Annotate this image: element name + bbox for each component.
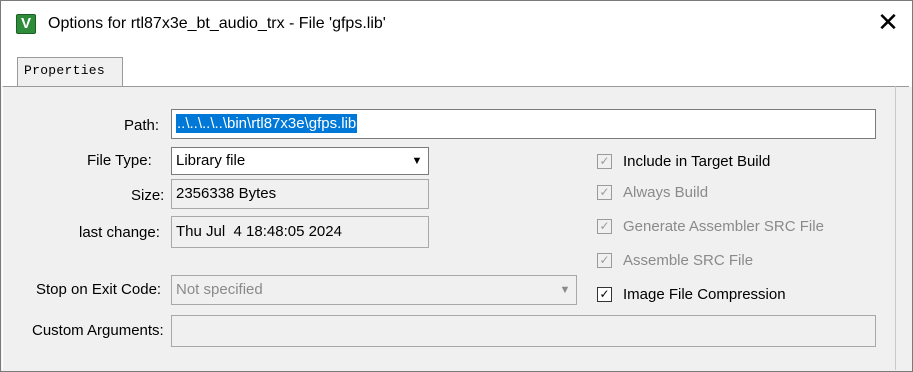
last-change-field: Thu Jul 4 18:48:05 2024: [171, 216, 429, 248]
assemble-src-checkbox[interactable]: ✓: [597, 253, 612, 268]
file-type-label: File Type:: [87, 152, 152, 169]
always-build-label: Always Build: [623, 184, 709, 201]
chevron-down-icon[interactable]: ▼: [407, 149, 427, 173]
stop-on-exit-label: Stop on Exit Code:: [36, 281, 162, 298]
size-label: Size:: [131, 187, 165, 204]
close-button[interactable]: ✕: [865, 5, 911, 41]
image-file-compression-checkbox[interactable]: ✓: [597, 287, 612, 302]
check-icon: ✓: [599, 253, 610, 267]
tab-strip: Properties: [1, 47, 912, 87]
tab-properties[interactable]: Properties: [17, 57, 123, 87]
options-dialog: V Options for rtl87x3e_bt_audio_trx - Fi…: [0, 0, 913, 372]
size-field: 2356338 Bytes: [171, 179, 429, 209]
image-file-compression-label: Image File Compression: [623, 286, 786, 303]
check-icon: ✓: [599, 185, 610, 199]
title-bar: V Options for rtl87x3e_bt_audio_trx - Fi…: [1, 1, 912, 47]
chevron-down-icon[interactable]: ▼: [555, 277, 575, 303]
assemble-src-label: Assemble SRC File: [623, 252, 754, 269]
check-icon: ✓: [599, 287, 610, 301]
window-title: Options for rtl87x3e_bt_audio_trx - File…: [48, 15, 386, 32]
path-value: ..\..\..\..\bin\rtl87x3e\gfps.lib: [176, 114, 358, 133]
include-in-target-build-label: Include in Target Build: [623, 153, 771, 170]
file-type-value: Library file: [176, 152, 246, 169]
check-icon: ✓: [599, 154, 610, 168]
stop-on-exit-select[interactable]: Not specified ▼: [171, 275, 577, 305]
size-value: 2356338 Bytes: [176, 185, 277, 202]
path-input[interactable]: ..\..\..\..\bin\rtl87x3e\gfps.lib: [171, 109, 876, 139]
file-type-select[interactable]: Library file ▼: [171, 147, 429, 175]
app-icon: V: [16, 14, 36, 34]
generate-assembler-src-checkbox[interactable]: ✓: [597, 219, 612, 234]
path-label: Path:: [124, 117, 160, 134]
last-change-value: Thu Jul 4 18:48:05 2024: [176, 223, 342, 240]
last-change-label: last change:: [79, 224, 160, 241]
stop-on-exit-value: Not specified: [176, 281, 263, 298]
always-build-checkbox[interactable]: ✓: [597, 185, 612, 200]
check-icon: ✓: [599, 219, 610, 233]
custom-arguments-label: Custom Arguments:: [32, 322, 164, 339]
custom-arguments-input[interactable]: [171, 315, 876, 347]
include-in-target-build-checkbox[interactable]: ✓: [597, 154, 612, 169]
generate-assembler-src-label: Generate Assembler SRC File: [623, 218, 824, 235]
panel-border: [895, 86, 896, 370]
